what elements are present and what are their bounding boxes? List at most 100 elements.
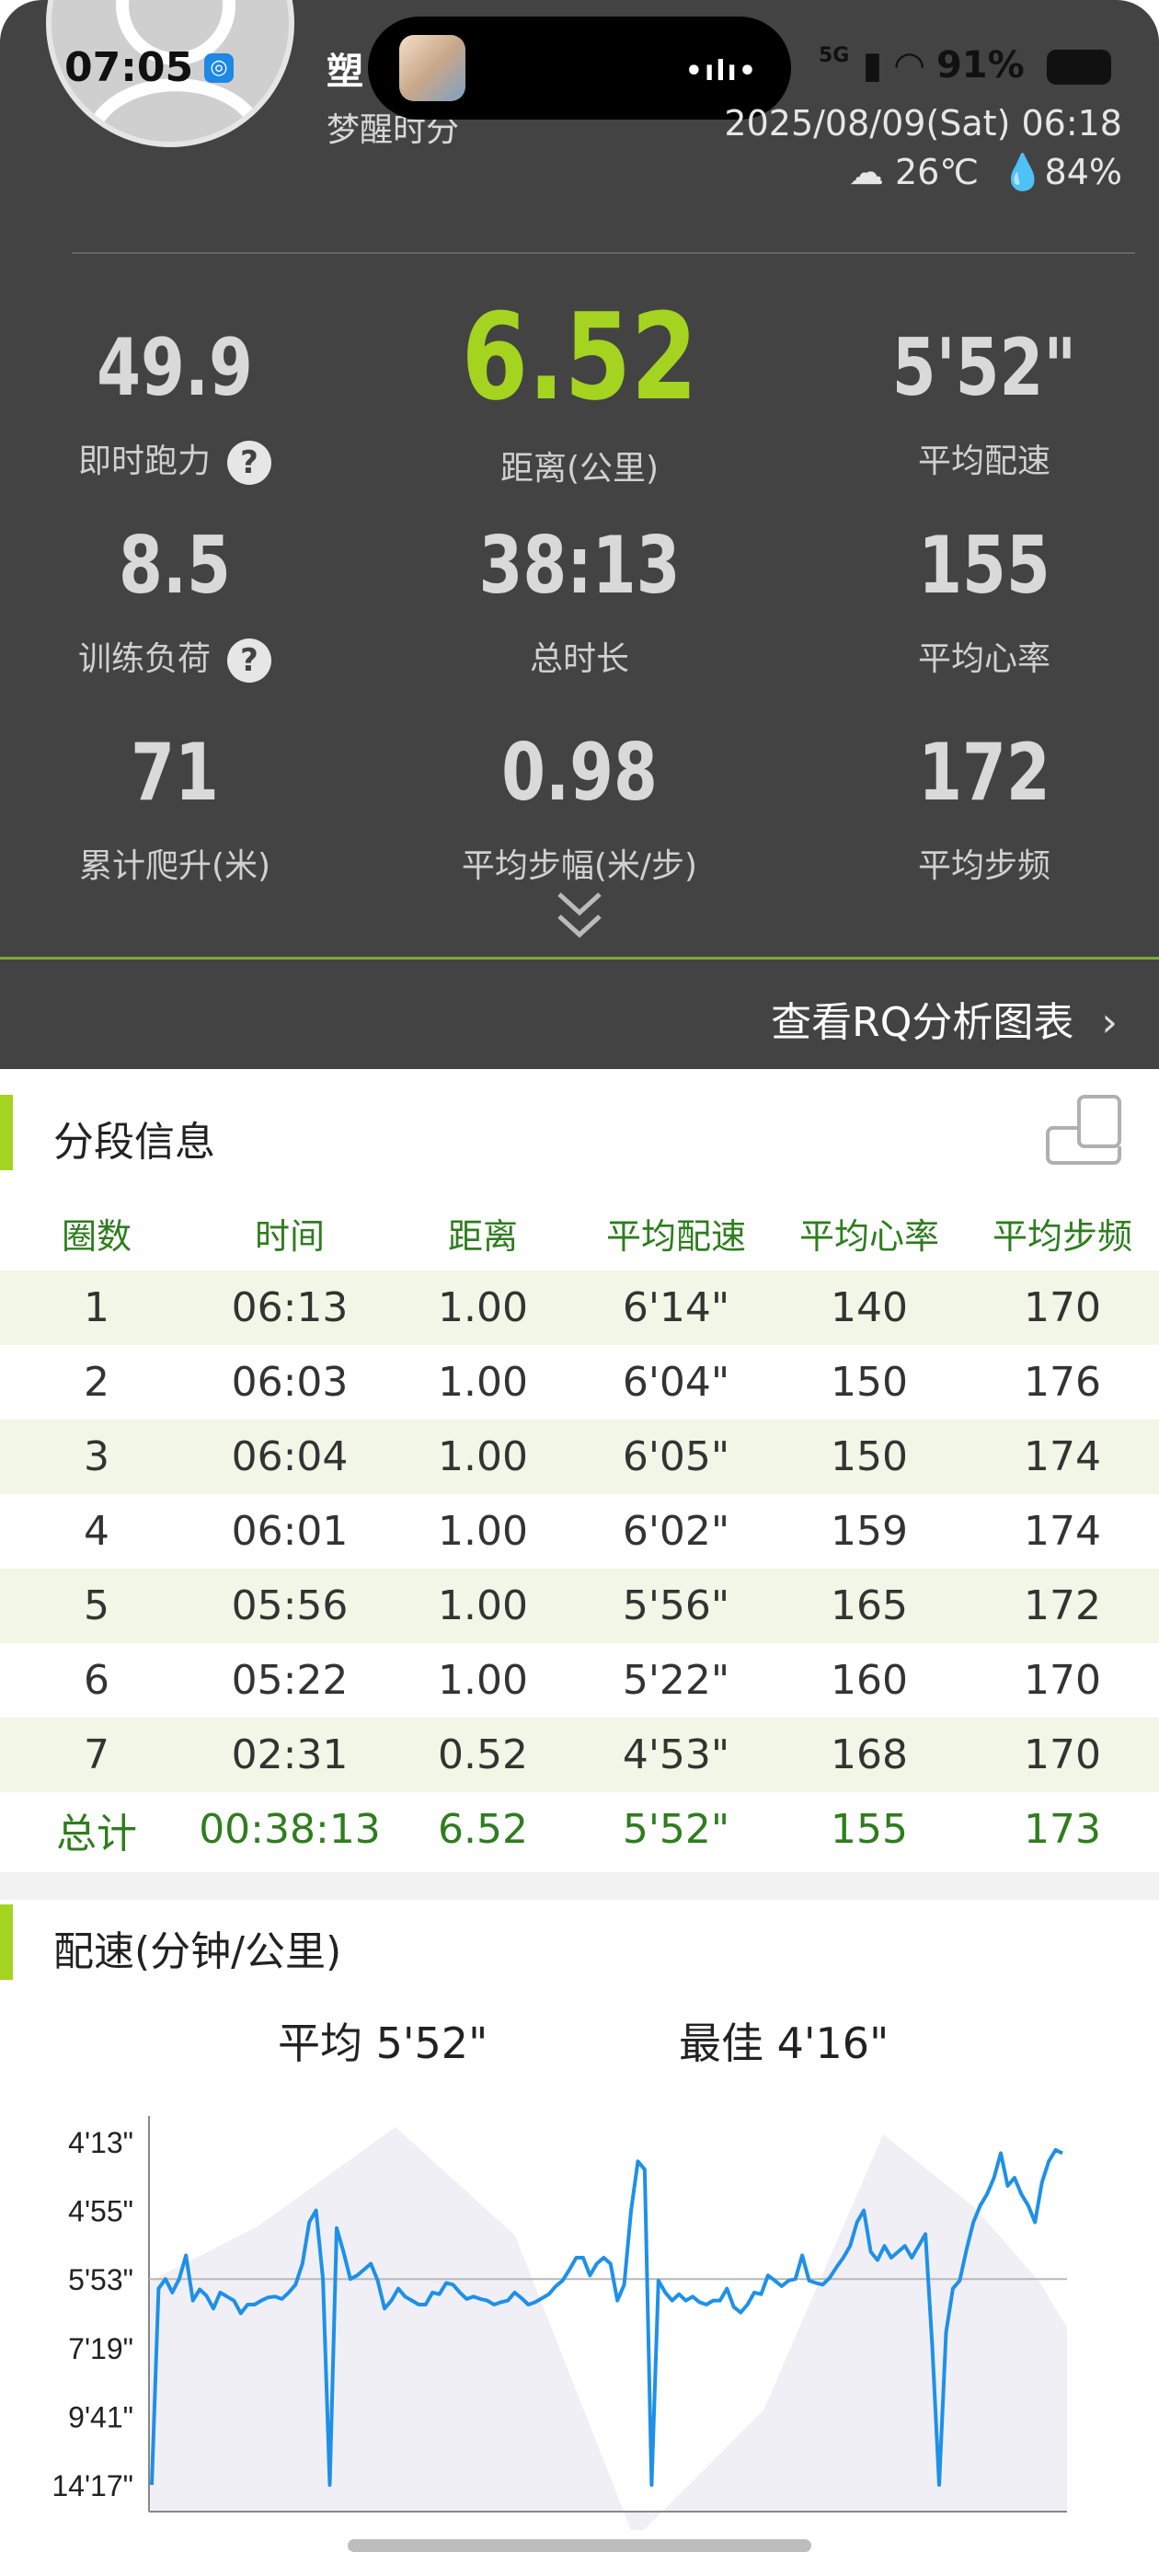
rq-link-label: 查看RQ分析图表 xyxy=(771,999,1074,1046)
divider xyxy=(72,252,1135,254)
table-cell: 06:13 xyxy=(231,1284,349,1331)
y-tick-label: 4'13" xyxy=(68,2126,133,2159)
stat-training-load: 8.5 训练负荷? xyxy=(0,520,359,683)
table-cell: 6'05" xyxy=(622,1433,730,1480)
cloud-icon: ☁ xyxy=(848,152,884,192)
table-cell: 174 xyxy=(1024,1433,1101,1480)
table-cell: 176 xyxy=(1024,1359,1101,1406)
audio-wave-icon: •ılı• xyxy=(684,55,758,87)
table-cell: 06:03 xyxy=(231,1359,349,1406)
stat-label: 累计爬升(米) xyxy=(78,847,271,885)
temperature: 26℃ xyxy=(895,152,980,192)
section-separator xyxy=(0,1872,1159,1900)
stat-elevation-gain: 71 累计爬升(米) xyxy=(0,727,359,887)
table-cell: 168 xyxy=(831,1731,908,1778)
stat-label: 平均心率 xyxy=(917,640,1050,678)
table-cell: 0.52 xyxy=(438,1731,528,1778)
stat-value: 155 xyxy=(918,520,1050,612)
splits-title: 分段信息 xyxy=(53,1119,215,1166)
stat-label: 平均步幅(米/步) xyxy=(461,847,698,885)
table-cell: 距离 xyxy=(447,1216,518,1257)
stat-running-ability: 49.9 即时跑力? xyxy=(0,322,359,485)
table-row: 4 06:01 1.00 6'02" 159 174 xyxy=(0,1494,1159,1569)
workout-header: 塑 梦醒时分 •ılı• 07:05 ◎ 5G ▮ ◠ 91% 2025/08/… xyxy=(0,0,1159,1069)
table-cell: 总计 xyxy=(56,1810,137,1857)
table-cell: 4 xyxy=(84,1508,109,1555)
workout-datetime: 2025/08/09(Sat) 06:18 xyxy=(724,103,1122,144)
table-cell: 1.00 xyxy=(438,1433,528,1480)
y-tick-label: 4'55" xyxy=(68,2195,133,2228)
stat-value: 71 xyxy=(131,727,219,819)
table-cell: 155 xyxy=(831,1806,908,1853)
table-cell: 1.00 xyxy=(438,1284,528,1331)
table-cell: 6'14" xyxy=(622,1284,730,1331)
stat-distance: 6.52 距离(公里) xyxy=(396,293,763,489)
humidity-drop-icon: 💧 xyxy=(1001,152,1045,192)
table-cell: 150 xyxy=(831,1359,908,1406)
y-tick-label: 7'19" xyxy=(68,2332,133,2365)
stat-label: 总时长 xyxy=(529,640,629,678)
app-badge-icon: ◎ xyxy=(204,53,234,83)
table-cell: 00:38:13 xyxy=(199,1806,381,1853)
table-row: 5 05:56 1.00 5'56" 165 172 xyxy=(0,1569,1159,1643)
stat-value: 49.9 xyxy=(97,322,253,414)
splits-table: 圈数 时间 距离 平均配速 平均心率 平均步频 1 06:13 1.00 6'14" 140 170 2… xyxy=(0,1196,1159,1867)
table-cell: 6 xyxy=(84,1657,109,1704)
weather-info: ☁ 26℃ 💧84% xyxy=(849,152,1122,193)
pace-title: 配速(分钟/公里) xyxy=(53,1928,342,1975)
stat-label: 平均配速 xyxy=(917,443,1050,480)
stat-value: 5'52" xyxy=(891,322,1077,414)
table-row: 7 02:31 0.52 4'53" 168 170 xyxy=(0,1718,1159,1792)
table-cell: 5'22" xyxy=(622,1657,730,1704)
pace-chart[interactable]: 4'13" 4'55" 5'53" 7'19" 9'41" 14'17" xyxy=(0,2098,1159,2530)
table-cell: 174 xyxy=(1024,1508,1101,1555)
stat-value: 172 xyxy=(918,727,1050,819)
stat-total-time: 38:13 总时长 xyxy=(396,520,763,680)
table-cell: 1.00 xyxy=(438,1657,528,1704)
table-cell: 6'04" xyxy=(622,1359,730,1406)
table-cell: 170 xyxy=(1024,1657,1101,1704)
table-cell: 4'53" xyxy=(622,1731,730,1778)
stat-avg-heart-rate: 155 平均心率 xyxy=(800,520,1159,680)
table-cell: 165 xyxy=(831,1582,908,1629)
stat-avg-pace: 5'52" 平均配速 xyxy=(800,322,1159,482)
stat-label: 即时跑力? xyxy=(0,434,359,485)
signal-icon: ▮ xyxy=(862,44,883,86)
table-cell: 平均心率 xyxy=(798,1216,939,1257)
table-cell: 1.00 xyxy=(438,1508,528,1555)
stat-value: 8.5 xyxy=(119,520,231,612)
table-row: 3 06:04 1.00 6'05" 150 174 xyxy=(0,1420,1159,1494)
help-icon[interactable]: ? xyxy=(227,441,271,485)
table-cell: 3 xyxy=(84,1433,109,1480)
table-cell: 170 xyxy=(1024,1284,1101,1331)
status-indicators: 5G ▮ ◠ 91% xyxy=(819,44,1111,86)
table-cell: 06:01 xyxy=(231,1508,349,1555)
status-time: 07:05 xyxy=(64,44,194,91)
table-cell: 5 xyxy=(84,1582,109,1629)
average-pace: 平均 5'52" xyxy=(278,2018,488,2068)
y-tick-label: 14'17" xyxy=(52,2469,133,2502)
user-name: 塑 xyxy=(327,51,363,93)
elevation-area xyxy=(149,2127,1067,2530)
expand-chevron-icon[interactable] xyxy=(552,889,607,944)
rq-analysis-link[interactable]: 查看RQ分析图表 › xyxy=(771,989,1118,1048)
table-cell: 173 xyxy=(1024,1806,1101,1853)
table-cell: 6'02" xyxy=(622,1508,730,1555)
table-row: 1 06:13 1.00 6'14" 140 170 xyxy=(0,1271,1159,1345)
table-cell: 5'52" xyxy=(622,1806,730,1853)
table-row: 2 06:03 1.00 6'04" 150 176 xyxy=(0,1345,1159,1420)
table-cell: 平均配速 xyxy=(605,1216,746,1257)
help-icon[interactable]: ? xyxy=(227,638,271,683)
stat-label: 距离(公里) xyxy=(499,450,660,488)
now-playing-app-icon xyxy=(399,35,465,101)
table-cell: 圈数 xyxy=(61,1216,132,1257)
home-indicator[interactable] xyxy=(348,2539,811,2552)
table-row: 6 05:22 1.00 5'22" 160 170 xyxy=(0,1643,1159,1718)
table-cell: 02:31 xyxy=(231,1731,349,1778)
split-view-icon[interactable] xyxy=(1044,1093,1123,1167)
table-cell: 6.52 xyxy=(438,1806,528,1853)
chevron-right-icon: › xyxy=(1101,999,1118,1046)
stat-value: 0.98 xyxy=(501,727,658,819)
section-accent-bar xyxy=(0,1095,13,1170)
table-cell: 7 xyxy=(84,1731,109,1778)
